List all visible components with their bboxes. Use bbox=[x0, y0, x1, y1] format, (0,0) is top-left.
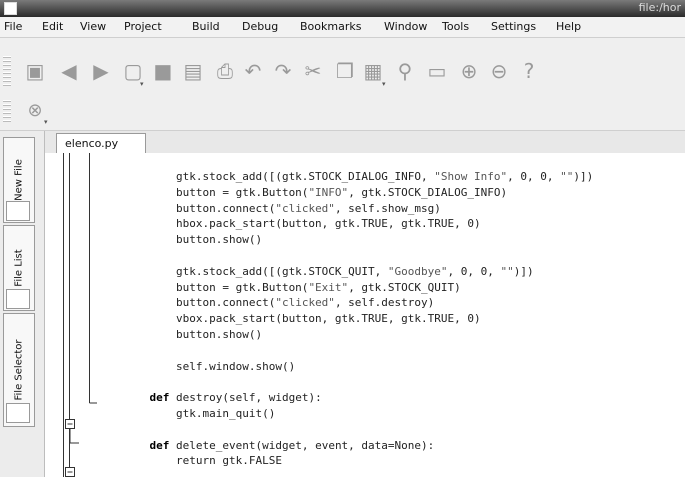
code-line[interactable] bbox=[123, 343, 593, 359]
new-file-icon[interactable]: ▣ bbox=[22, 58, 48, 84]
stop-dropdown-icon[interactable]: ▾ bbox=[44, 118, 48, 126]
document-tab-label: elenco.py bbox=[65, 137, 119, 150]
menu-file[interactable]: File bbox=[4, 20, 22, 33]
zoom-in-icon[interactable]: ⊕ bbox=[456, 58, 482, 84]
code-line[interactable]: button.show() bbox=[123, 232, 593, 248]
forward-icon[interactable]: ▶ bbox=[88, 58, 114, 84]
open-dropdown-icon[interactable]: ▾ bbox=[140, 80, 144, 88]
code-line[interactable]: vbox.pack_start(button, gtk.TRUE, gtk.TR… bbox=[123, 311, 593, 327]
code-line[interactable]: gtk.stock_add([(gtk.STOCK_DIALOG_INFO, "… bbox=[123, 169, 593, 185]
code-line[interactable]: def delete_event(widget, event, data=Non… bbox=[123, 438, 593, 454]
code-line[interactable]: hbox.pack_start(button, gtk.TRUE, gtk.TR… bbox=[123, 216, 593, 232]
main-toolbar: ▣ ◀ ▶ ▢ ▾ ■ ▤ ⎙ ↶ ↷ ✂ ❐ ▦ ▾ ⚲ ▭ ⊕ ⊖ ? bbox=[0, 38, 685, 96]
menu-edit[interactable]: Edit bbox=[42, 20, 63, 33]
menu-debug[interactable]: Debug bbox=[242, 20, 278, 33]
menu-build[interactable]: Build bbox=[192, 20, 220, 33]
code-text[interactable]: gtk.stock_add([(gtk.STOCK_DIALOG_INFO, "… bbox=[123, 169, 594, 469]
fold-gutter[interactable] bbox=[45, 153, 105, 477]
back-icon[interactable]: ◀ bbox=[56, 58, 82, 84]
document-tab[interactable]: elenco.py bbox=[56, 133, 146, 154]
toolbar-grip[interactable] bbox=[3, 100, 11, 124]
tab-label: File List bbox=[13, 249, 25, 287]
code-line[interactable]: button = gtk.Button("Exit", gtk.STOCK_QU… bbox=[123, 280, 593, 296]
cut-icon[interactable]: ✂ bbox=[300, 58, 326, 84]
document-tab-bar: elenco.py bbox=[45, 131, 685, 154]
code-line[interactable]: self.window.show() bbox=[123, 359, 593, 375]
code-line[interactable]: button.connect("clicked", self.show_msg) bbox=[123, 201, 593, 217]
code-line[interactable] bbox=[123, 374, 593, 390]
window-title: file:/hor bbox=[638, 1, 681, 14]
copy-icon[interactable]: ❐ bbox=[332, 58, 358, 84]
menu-view[interactable]: View bbox=[80, 20, 106, 33]
side-panel-tabs: New File File List File Selector bbox=[0, 131, 45, 477]
toolbar-grip[interactable] bbox=[3, 56, 11, 86]
context-help-icon[interactable]: ? bbox=[516, 58, 542, 84]
menu-window[interactable]: Window bbox=[384, 20, 427, 33]
code-line[interactable]: button.connect("clicked", self.destroy) bbox=[123, 295, 593, 311]
code-line[interactable]: def destroy(self, widget): bbox=[123, 390, 593, 406]
code-line[interactable]: gtk.stock_add([(gtk.STOCK_QUIT, "Goodbye… bbox=[123, 264, 593, 280]
zoom-out-icon[interactable]: ⊖ bbox=[486, 58, 512, 84]
file-list-icon bbox=[6, 289, 30, 309]
save-all-icon[interactable]: ▤ bbox=[180, 58, 206, 84]
paste-dropdown-icon[interactable]: ▾ bbox=[382, 80, 386, 88]
menu-help[interactable]: Help bbox=[556, 20, 581, 33]
tab-label: New File bbox=[13, 159, 25, 201]
menu-bar: File Edit View Project Build Debug Bookm… bbox=[0, 17, 685, 38]
code-editor[interactable]: gtk.stock_add([(gtk.STOCK_DIALOG_INFO, "… bbox=[45, 153, 685, 477]
code-line[interactable] bbox=[123, 248, 593, 264]
tab-label: File Selector bbox=[13, 339, 25, 401]
save-icon[interactable]: ■ bbox=[150, 58, 176, 84]
menu-tools[interactable]: Tools bbox=[442, 20, 469, 33]
find-icon[interactable]: ⚲ bbox=[392, 58, 418, 84]
replace-icon[interactable]: ▭ bbox=[424, 58, 450, 84]
code-line[interactable]: button = gtk.Button("INFO", gtk.STOCK_DI… bbox=[123, 185, 593, 201]
title-bar: file:/hor bbox=[0, 0, 685, 17]
code-line[interactable]: gtk.main_quit() bbox=[123, 406, 593, 422]
code-line[interactable]: return gtk.FALSE bbox=[123, 453, 593, 469]
new-file-icon bbox=[6, 201, 30, 221]
folder-icon bbox=[6, 403, 30, 423]
code-line[interactable]: button.show() bbox=[123, 327, 593, 343]
undo-icon[interactable]: ↶ bbox=[240, 58, 266, 84]
code-line[interactable] bbox=[123, 422, 593, 438]
menu-bookmarks[interactable]: Bookmarks bbox=[300, 20, 361, 33]
window-menu-button[interactable] bbox=[4, 2, 17, 15]
secondary-toolbar: ⊗ ▾ bbox=[0, 96, 685, 131]
redo-icon[interactable]: ↷ bbox=[270, 58, 296, 84]
menu-settings[interactable]: Settings bbox=[491, 20, 536, 33]
print-icon[interactable]: ⎙ bbox=[212, 58, 238, 84]
menu-project[interactable]: Project bbox=[124, 20, 162, 33]
